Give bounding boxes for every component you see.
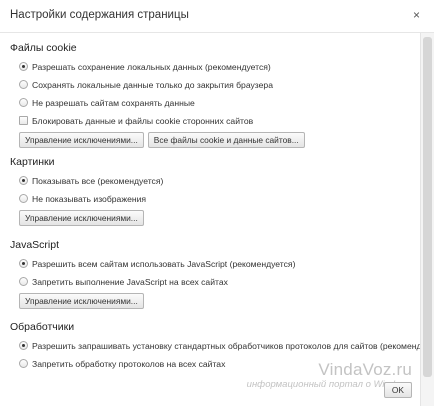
cookies-manage-exceptions-button[interactable]: Управление исключениями... xyxy=(19,132,144,148)
ok-button[interactable]: OK xyxy=(383,382,412,398)
option-label: Разрешить запрашивать установку стандарт… xyxy=(32,341,420,351)
option-label: Сохранять локальные данные только до зак… xyxy=(32,80,273,90)
section-title-images: Картинки xyxy=(10,156,55,168)
images-button-row: Управление исключениями... xyxy=(19,210,420,226)
images-manage-exceptions-button[interactable]: Управление исключениями... xyxy=(19,210,144,226)
option-js-allow[interactable]: Разрешить всем сайтам использовать JavaS… xyxy=(10,257,420,272)
option-images-show-all[interactable]: Показывать все (рекомендуется) xyxy=(10,174,420,189)
option-label: Запретить обработку протоколов на всех с… xyxy=(32,359,226,369)
radio-js-allow[interactable] xyxy=(19,259,28,268)
radio-images-hide[interactable] xyxy=(19,194,28,203)
radio-handlers-block[interactable] xyxy=(19,359,28,368)
javascript-button-row: Управление исключениями... xyxy=(19,293,420,309)
option-label: Не показывать изображения xyxy=(32,194,147,204)
section-handlers: Обработчики Разрешить запрашивать устано… xyxy=(10,321,420,375)
radio-cookies-block[interactable] xyxy=(19,98,28,107)
option-cookies-third-party[interactable]: Блокировать данные и файлы cookie сторон… xyxy=(10,114,420,129)
section-javascript: JavaScript Разрешить всем сайтам использ… xyxy=(10,239,420,309)
content-settings-dialog: Настройки содержания страницы × Файлы co… xyxy=(0,0,434,406)
checkbox-block-third-party[interactable] xyxy=(19,116,28,125)
dialog-header: Настройки содержания страницы × xyxy=(0,0,434,33)
all-cookies-button[interactable]: Все файлы cookie и данные сайтов... xyxy=(147,132,305,148)
section-title-javascript: JavaScript xyxy=(10,239,60,251)
radio-js-block[interactable] xyxy=(19,277,28,286)
option-handlers-block[interactable]: Запретить обработку протоколов на всех с… xyxy=(10,357,420,372)
option-label: Разрешить всем сайтам использовать JavaS… xyxy=(32,259,296,269)
section-title-cookies: Файлы cookie xyxy=(10,42,77,54)
option-label: Блокировать данные и файлы cookie сторон… xyxy=(32,116,254,126)
section-images: Картинки Показывать все (рекомендуется) … xyxy=(10,156,420,226)
option-images-hide[interactable]: Не показывать изображения xyxy=(10,192,420,207)
scrollbar-thumb[interactable] xyxy=(423,37,432,377)
cookies-button-row: Управление исключениями... Все файлы cook… xyxy=(19,132,420,148)
radio-handlers-allow[interactable] xyxy=(19,341,28,350)
dialog-title: Настройки содержания страницы xyxy=(10,9,189,21)
js-manage-exceptions-button[interactable]: Управление исключениями... xyxy=(19,293,144,309)
radio-cookies-session-only[interactable] xyxy=(19,80,28,89)
option-js-block[interactable]: Запретить выполнение JavaScript на всех … xyxy=(10,275,420,290)
settings-content: Файлы cookie Разрешать сохранение локаль… xyxy=(0,33,420,406)
option-label: Разрешать сохранение локальных данных (р… xyxy=(32,62,271,72)
option-label: Запретить выполнение JavaScript на всех … xyxy=(32,277,228,287)
option-cookies-block[interactable]: Не разрешать сайтам сохранять данные xyxy=(10,96,420,111)
vertical-scrollbar[interactable] xyxy=(420,33,434,406)
option-handlers-allow[interactable]: Разрешить запрашивать установку стандарт… xyxy=(10,339,420,354)
section-cookies: Файлы cookie Разрешать сохранение локаль… xyxy=(10,42,420,148)
option-cookies-session-only[interactable]: Сохранять локальные данные только до зак… xyxy=(10,78,420,93)
radio-cookies-allow[interactable] xyxy=(19,62,28,71)
option-cookies-allow[interactable]: Разрешать сохранение локальных данных (р… xyxy=(10,60,420,75)
option-label: Показывать все (рекомендуется) xyxy=(32,176,164,186)
section-title-handlers: Обработчики xyxy=(10,321,75,333)
radio-images-show-all[interactable] xyxy=(19,176,28,185)
close-icon[interactable]: × xyxy=(413,8,420,22)
option-label: Не разрешать сайтам сохранять данные xyxy=(32,98,195,108)
